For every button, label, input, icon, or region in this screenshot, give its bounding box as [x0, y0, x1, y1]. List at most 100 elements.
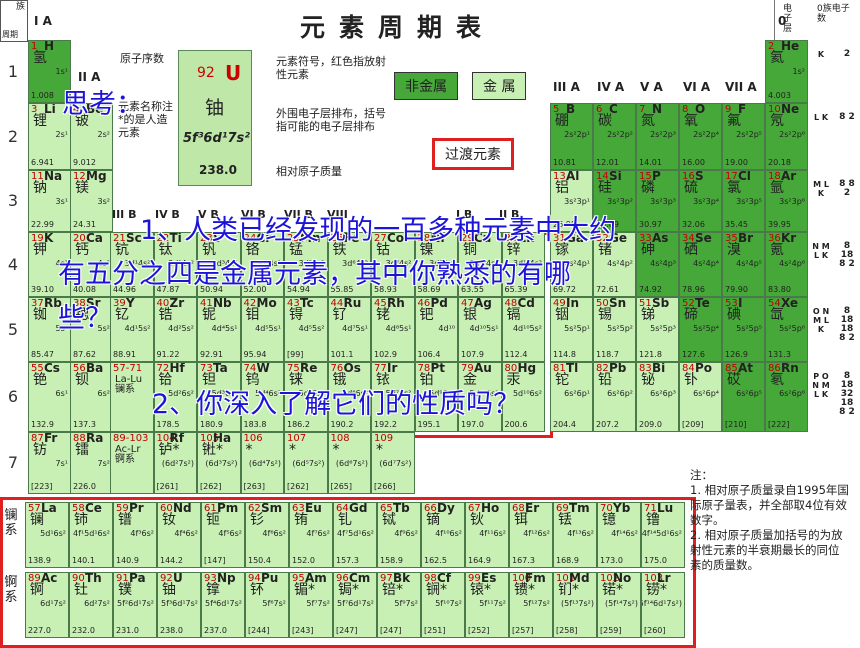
element-cell[interactable]: 42 Mo 钼 4d⁵5s¹ 95.94: [240, 297, 284, 362]
element-cell[interactable]: 101 Md 钔* (5f¹³7s²) [258]: [553, 572, 597, 638]
element-cell[interactable]: 11 Na 钠 3s¹ 22.99: [28, 170, 71, 232]
element-cell[interactable]: 97 Bk 锫* 5f⁹7s² [247]: [377, 572, 421, 638]
atomic-mass: 30.97: [639, 220, 662, 229]
element-cell[interactable]: 63 Eu 铕 4f⁷6s² 152.0: [289, 502, 333, 568]
element-cell[interactable]: 18 Ar 氩 3s²3p⁶ 39.95: [765, 170, 808, 232]
element-cell[interactable]: 100 Fm 镄* 5f¹²7s² [257]: [509, 572, 553, 638]
element-cell[interactable]: 68 Er 铒 4f¹²6s² 167.3: [509, 502, 553, 568]
element-cell[interactable]: 55 Cs 铯 6s¹ 132.9: [28, 362, 71, 432]
element-cell[interactable]: 5 B 硼 2s²2p¹ 10.81: [550, 103, 593, 170]
element-name: 硅: [598, 180, 612, 196]
element-cell[interactable]: 56 Ba 钡 6s² 137.3: [70, 362, 113, 432]
atomic-mass: 83.80: [768, 285, 791, 294]
element-cell[interactable]: 103Lr铹*(5f¹⁴6d¹7s²)[260]: [641, 572, 685, 638]
element-cell[interactable]: 54 Xe 氙 5s²5p⁶ 131.3: [765, 297, 808, 362]
atomic-mass: [260]: [644, 626, 666, 635]
element-cell[interactable]: 39 Y 钇 4d¹5s² 88.91: [110, 297, 154, 362]
element-cell[interactable]: 65 Tb 铽 4f⁹6s² 158.9: [377, 502, 421, 568]
element-cell[interactable]: 51 Sb 锑 5s²5p³ 121.8: [636, 297, 679, 362]
element-cell[interactable]: 8 O 氧 2s²2p⁴ 16.00: [679, 103, 722, 170]
element-cell[interactable]: 35 Br 溴 4s²4p⁵ 79.90: [722, 232, 765, 297]
element-cell[interactable]: 10 Ne 氖 2s²2p⁶ 20.18: [765, 103, 808, 170]
element-cell[interactable]: 99 Es 锿* 5f¹¹7s² [252]: [465, 572, 509, 638]
element-cell[interactable]: 60 Nd 钕 4f⁴6s² 144.2: [157, 502, 201, 568]
element-cell[interactable]: 49 In 铟 5s²5p¹ 114.8: [550, 297, 593, 362]
question-1-line-2: 有五分之四是金属元素，其中你熟悉的有哪: [58, 259, 571, 290]
element-cell[interactable]: 50 Sn 锡 5s²5p² 118.7: [593, 297, 636, 362]
element-cell[interactable]: 6 C 碳 2s²2p² 12.01: [593, 103, 636, 170]
element-cell[interactable]: 107 * (6d⁵7s²) [262]: [284, 432, 328, 494]
element-cell[interactable]: 46 Pd 钯 4d¹⁰ 106.4: [414, 297, 458, 362]
element-cell[interactable]: 93 Np 镎 5f⁴6d¹7s² 237.0: [201, 572, 245, 638]
element-cell[interactable]: 81 Tl 铊 6s²6p¹ 204.4: [550, 362, 593, 432]
element-cell[interactable]: 92 U 铀 5f³6d¹7s² 238.0: [157, 572, 201, 638]
element-cell[interactable]: 88 Ra 镭 7s² 226.0: [70, 432, 113, 494]
element-cell[interactable]: 58 Ce 铈 4f¹5d¹6s² 140.1: [69, 502, 113, 568]
element-cell[interactable]: 16 S 硫 3s²3p⁴ 32.06: [679, 170, 722, 232]
element-cell[interactable]: 53 I 碘 5s²5p⁵ 126.9: [722, 297, 765, 362]
element-cell[interactable]: 94 Pu 钚 5f⁶7s² [244]: [245, 572, 289, 638]
electron-config: 5s²5p⁵: [736, 324, 762, 333]
element-cell[interactable]: 71 Lu 镥 4f¹⁴5d¹6s² 175.0: [641, 502, 685, 568]
element-cell[interactable]: 104 Rf 𬬻* (6d²7s²) [261]: [153, 432, 197, 494]
atomic-mass: 183.8: [243, 420, 267, 429]
element-cell[interactable]: 69 Tm 铥 4f¹³6s² 168.9: [553, 502, 597, 568]
element-cell[interactable]: 12 Mg 镁 3s² 24.31: [70, 170, 113, 232]
element-cell[interactable]: 45 Rh 铑 4d⁸5s¹ 102.9: [371, 297, 415, 362]
element-cell[interactable]: 47 Ag 银 4d¹⁰5s¹ 107.9: [458, 297, 502, 362]
element-cell[interactable]: 15 P 磷 3s²3p³ 30.97: [636, 170, 679, 232]
atomic-mass: [223]: [31, 482, 53, 491]
element-cell[interactable]: 95 Am 镅* 5f⁷7s² [243]: [289, 572, 333, 638]
element-cell[interactable]: 44 Ru 钌 4d⁷5s¹ 101.1: [327, 297, 371, 362]
element-name: 铕: [294, 512, 308, 528]
element-cell[interactable]: 61 Pm 钷 4f⁵6s² [147]: [201, 502, 245, 568]
element-cell[interactable]: 57 La 镧 5d¹6s² 138.9: [25, 502, 69, 568]
period-number: 1: [7, 61, 19, 81]
element-cell[interactable]: 43 Tc 锝 4d⁵5s² [99]: [284, 297, 328, 362]
element-cell[interactable]: 2 He 氦 1s² 4.003: [765, 40, 808, 103]
atomic-mass: 167.3: [512, 556, 535, 565]
electron-config: (6d⁷7s²): [379, 459, 412, 468]
element-cell[interactable]: 57-71 La-Lu 镧系: [110, 362, 154, 432]
electron-shells: N M L K: [812, 242, 830, 260]
element-name: 铒: [514, 512, 528, 528]
element-cell[interactable]: 59 Pr 镨 4f³6s² 140.9: [113, 502, 157, 568]
element-cell[interactable]: 89-103 Ac-Lr 锕系: [110, 432, 154, 494]
element-cell[interactable]: 7 N 氮 2s²2p³ 14.01: [636, 103, 679, 170]
element-cell[interactable]: 66 Dy 镝 4f¹⁰6s² 162.5: [421, 502, 465, 568]
electron-config: 5s²5p²: [607, 324, 633, 333]
element-cell[interactable]: 67 Ho 钬 4f¹¹6s² 164.9: [465, 502, 509, 568]
element-cell[interactable]: 86 Rn 氡 6s²6p⁶ [222]: [765, 362, 808, 432]
element-cell[interactable]: 84 Po 钋 6s²6p⁴ [209]: [679, 362, 722, 432]
element-cell[interactable]: 109 * (6d⁷7s²) [266]: [371, 432, 415, 494]
atomic-mass: 168.9: [556, 556, 579, 565]
atomic-mass: 95.94: [243, 350, 267, 359]
element-cell[interactable]: 102 No 锘* (5f¹⁴7s²) [259]: [597, 572, 641, 638]
element-cell[interactable]: 90 Th 钍 6d²7s² 232.0: [69, 572, 113, 638]
element-cell[interactable]: 91 Pa 镤 5f²6d¹7s² 231.0: [113, 572, 157, 638]
element-cell[interactable]: 82 Pb 铅 6s²6p² 207.2: [593, 362, 636, 432]
element-cell[interactable]: 62 Sm 钐 4f⁶6s² 150.4: [245, 502, 289, 568]
element-cell[interactable]: 70 Yb 镱 4f¹⁴6s² 173.0: [597, 502, 641, 568]
element-cell[interactable]: 34 Se 硒 4s²4p⁴ 78.96: [679, 232, 722, 297]
element-cell[interactable]: 106 * (6d⁴7s²) [263]: [240, 432, 284, 494]
element-cell[interactable]: 105 Ha 𬭊* (6d³7s²) [262]: [197, 432, 241, 494]
element-cell[interactable]: 41 Nb 铌 4d⁴5s¹ 92.91: [197, 297, 241, 362]
element-cell[interactable]: 17 Cl 氯 3s²3p⁵ 35.45: [722, 170, 765, 232]
element-cell[interactable]: 52 Te 碲 5s²5p⁴ 127.6: [679, 297, 722, 362]
electron-config: 5f¹¹7s²: [479, 599, 506, 608]
element-cell[interactable]: 98 Cf 锎* 5f¹⁰7s² [251]: [421, 572, 465, 638]
element-cell[interactable]: 83 Bi 铋 6s²6p³ 209.0: [636, 362, 679, 432]
element-cell[interactable]: 36 Kr 氪 4s²4p⁶ 83.80: [765, 232, 808, 297]
element-cell[interactable]: 9 F 氟 2s²2p⁵ 19.00: [722, 103, 765, 170]
element-cell[interactable]: 85 At 砹 6s²6p⁵ [210]: [722, 362, 765, 432]
element-cell[interactable]: 96 Cm 锔* 5f⁷6d¹7s² [247]: [333, 572, 377, 638]
element-cell[interactable]: 89 Ac 锕 6d¹7s² 227.0: [25, 572, 69, 638]
element-cell[interactable]: 33 As 砷 4s²4p³ 74.92: [636, 232, 679, 297]
element-cell[interactable]: 64 Gd 钆 4f⁷5d¹6s² 157.3: [333, 502, 377, 568]
transition-group-label: III B: [112, 208, 137, 221]
element-cell[interactable]: 48 Cd 镉 4d¹⁰5s² 112.4: [501, 297, 545, 362]
element-cell[interactable]: 108 * (6d⁶7s²) [265]: [327, 432, 371, 494]
element-cell[interactable]: 40 Zr 锆 4d²5s² 91.22: [153, 297, 197, 362]
element-cell[interactable]: 87 Fr 钫 7s¹ [223]: [28, 432, 71, 494]
